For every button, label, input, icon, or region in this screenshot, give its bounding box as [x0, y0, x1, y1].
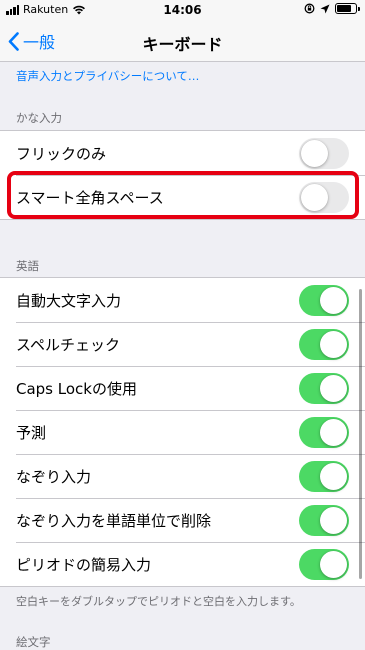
- smart-fullwidth-space-toggle[interactable]: [299, 181, 349, 213]
- auto-capitalization-toggle[interactable]: [299, 284, 349, 316]
- delete-slide-to-type-toggle[interactable]: [299, 504, 349, 536]
- nav-bar: 一般 キーボード: [0, 20, 365, 62]
- spell-check-label: スペルチェック: [16, 335, 120, 354]
- period-shortcut-footer: 空白キーをダブルタップでピリオドと空白を入力します。: [16, 595, 301, 608]
- caps-lock-toggle[interactable]: [299, 372, 349, 404]
- toggle-knob: [320, 374, 347, 402]
- english-section-header: 英語: [16, 259, 39, 273]
- kana-section-header: かな入力: [16, 111, 62, 125]
- location-icon: [320, 4, 330, 13]
- predictive-row: 予測: [0, 410, 365, 454]
- toggle-knob: [320, 418, 347, 446]
- flick-only-toggle[interactable]: [299, 137, 349, 169]
- status-bar: Rakuten 14:06: [0, 0, 365, 20]
- delete-slide-to-type-label: なぞり入力を単語単位で削除: [16, 511, 212, 530]
- status-right: [304, 3, 360, 14]
- toggle-knob: [320, 462, 347, 490]
- caps-lock-label: Caps Lockの使用: [16, 379, 137, 398]
- flick-only-row: フリックのみ: [0, 131, 365, 175]
- auto-capitalization-label: 自動大文字入力: [16, 291, 122, 310]
- spell-check-row: スペルチェック: [0, 322, 365, 366]
- spell-check-toggle[interactable]: [299, 328, 349, 360]
- auto-capitalization-row: 自動大文字入力: [0, 278, 365, 322]
- emoji-section-header: 絵文字: [16, 635, 51, 649]
- period-shortcut-row: ピリオドの簡易入力: [0, 542, 365, 586]
- toggle-knob: [320, 506, 347, 534]
- rotation-lock-icon: [304, 3, 315, 14]
- predictive-toggle[interactable]: [299, 416, 349, 448]
- toggle-knob: [320, 286, 347, 314]
- privacy-link[interactable]: 音声入力とプライバシーについて…: [16, 68, 199, 84]
- smart-fullwidth-space-row: スマート全角スペース: [0, 175, 365, 219]
- battery-icon: [335, 3, 360, 14]
- caps-lock-row: Caps Lockの使用: [0, 366, 365, 410]
- page-title: キーボード: [142, 35, 223, 54]
- toggle-knob: [320, 550, 347, 578]
- slide-to-type-label: なぞり入力: [16, 467, 92, 486]
- slide-to-type-row: なぞり入力: [0, 454, 365, 498]
- flick-only-label: フリックのみ: [16, 144, 107, 163]
- predictive-label: 予測: [16, 423, 47, 442]
- period-shortcut-toggle[interactable]: [299, 548, 349, 580]
- toggle-knob: [301, 183, 328, 211]
- english-settings-group: 自動大文字入力 スペルチェック Caps Lockの使用 予測 なぞり入力 なぞ…: [0, 277, 365, 587]
- scrollbar[interactable]: [359, 289, 362, 579]
- toggle-knob: [301, 139, 328, 167]
- smart-fullwidth-space-label: スマート全角スペース: [16, 188, 164, 207]
- slide-to-type-toggle[interactable]: [299, 460, 349, 492]
- delete-slide-to-type-row: なぞり入力を単語単位で削除: [0, 498, 365, 542]
- period-shortcut-label: ピリオドの簡易入力: [16, 555, 152, 574]
- toggle-knob: [320, 330, 347, 358]
- kana-settings-group: フリックのみ スマート全角スペース: [0, 130, 365, 220]
